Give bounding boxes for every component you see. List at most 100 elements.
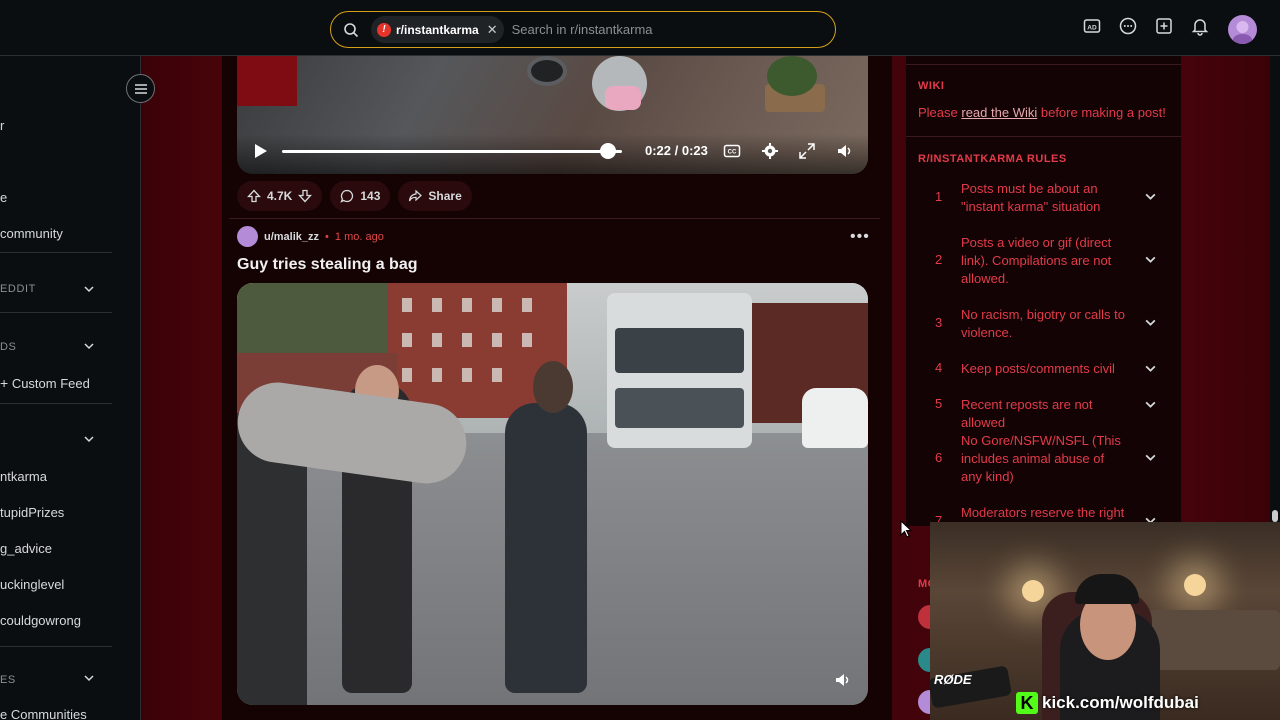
advertise-icon[interactable]: AD	[1080, 14, 1104, 38]
streamer-webcam: RØDE	[930, 522, 1280, 720]
post-meta: u/malik_zz • 1 mo. ago	[237, 226, 384, 247]
video-frame-detail	[533, 361, 573, 413]
vote-count: 4.7K	[267, 189, 293, 203]
sidebar-item-communities[interactable]: e Communities	[0, 707, 87, 720]
seek-handle[interactable]	[600, 143, 617, 159]
post-actions: 4.7K 143 Share	[237, 181, 472, 211]
video-frame-detail	[492, 368, 502, 382]
rule-text: No racism, bigotry or calls to violence.	[961, 307, 1125, 340]
chevron-down-icon[interactable]	[83, 433, 95, 445]
sidebar-item-popular[interactable]: r	[0, 118, 4, 133]
sidebar-divider	[0, 312, 112, 313]
share-label: Share	[428, 189, 462, 203]
sidebar-item-explore[interactable]: e	[0, 190, 7, 205]
upvote-icon[interactable]	[247, 189, 261, 203]
sidebar-item-start-community[interactable]: community	[0, 226, 63, 241]
sidebar-item-community[interactable]: ntkarma	[0, 469, 47, 484]
sidebar-item-community[interactable]: tupidPrizes	[0, 505, 64, 520]
sidebar-item-community[interactable]: g_advice	[0, 541, 52, 556]
wiki-text: Please read the Wiki before making a pos…	[918, 105, 1166, 120]
wiki-link[interactable]: read the Wiki	[961, 105, 1037, 120]
webcam-detail	[1075, 574, 1139, 604]
video-frame-detail	[432, 333, 442, 347]
share-button[interactable]: Share	[398, 181, 472, 211]
kick-url: kick.com/wolfdubai	[1042, 693, 1199, 712]
post-title[interactable]: Guy tries stealing a bag	[237, 256, 418, 274]
sidebar-divider	[0, 252, 112, 253]
rule-number: 2	[935, 252, 943, 267]
video-player[interactable]	[237, 283, 868, 705]
rule-text: Recent reposts are not allowed	[961, 397, 1093, 430]
create-post-icon[interactable]	[1152, 14, 1176, 38]
chevron-down-icon[interactable]	[1144, 190, 1157, 203]
settings-gear-icon[interactable]	[761, 142, 779, 160]
sidebar-section-resources[interactable]: ES	[0, 674, 16, 686]
comment-icon	[340, 189, 354, 203]
kick-logo-icon: K	[1016, 692, 1038, 714]
sidebar-item-community[interactable]: uckinglevel	[0, 577, 64, 592]
sidebar-divider	[0, 403, 112, 404]
post-author[interactable]: u/malik_zz	[264, 231, 319, 243]
volume-icon[interactable]	[836, 142, 854, 160]
chevron-down-icon[interactable]	[1144, 451, 1157, 464]
video-seek-bar[interactable]	[282, 150, 622, 153]
scope-label: r/instantkarma	[396, 22, 479, 37]
webcam-detail	[1184, 574, 1206, 596]
rule-number: 5	[935, 396, 943, 411]
video-frame-detail	[237, 56, 297, 106]
wiki-text-post: before making a post!	[1037, 105, 1166, 120]
fullscreen-icon[interactable]	[798, 142, 816, 160]
subreddit-scope-chip[interactable]: ! r/instantkarma ✕	[371, 16, 504, 43]
wiki-text-pre: Please	[918, 105, 962, 120]
search-icon	[331, 22, 371, 38]
video-frame-detail	[802, 388, 868, 448]
sidebar-divider	[906, 64, 1181, 65]
more-options-icon[interactable]: •••	[850, 228, 870, 246]
video-frame-detail	[505, 403, 587, 693]
clear-scope-icon[interactable]: ✕	[487, 22, 498, 38]
chevron-down-icon[interactable]	[1144, 253, 1157, 266]
chevron-down-icon[interactable]	[1144, 362, 1157, 375]
custom-feed-label: Custom Feed	[11, 376, 90, 391]
video-frame-detail	[402, 298, 412, 312]
play-icon[interactable]	[251, 142, 269, 160]
rule-text: Posts a video or gif (direct link). Comp…	[961, 235, 1112, 286]
subreddit-icon: !	[377, 22, 391, 37]
video-frame-detail	[607, 293, 752, 448]
meta-separator: •	[325, 230, 329, 243]
rule-number: 1	[935, 189, 943, 204]
downvote-icon[interactable]	[298, 189, 313, 203]
scrollbar-thumb[interactable]	[1272, 510, 1278, 522]
rules-heading: R/INSTANTKARMA RULES	[918, 153, 1067, 165]
chevron-down-icon[interactable]	[83, 672, 95, 684]
notification-bell-icon[interactable]	[1188, 14, 1212, 38]
sidebar-section-reddit[interactable]: EDDIT	[0, 283, 36, 295]
menu-icon	[134, 83, 147, 94]
rule-text: No Gore/NSFW/NSFL (This includes animal …	[961, 433, 1121, 484]
volume-icon[interactable]	[834, 671, 852, 689]
video-player-previous[interactable]: 0:22 / 0:23 CC	[237, 56, 868, 174]
chevron-down-icon[interactable]	[83, 283, 95, 295]
comments-button[interactable]: 143	[330, 181, 391, 211]
search-bar[interactable]: ! r/instantkarma ✕ Search in r/instantka…	[330, 11, 836, 48]
author-avatar[interactable]	[237, 226, 258, 247]
svg-text:AD: AD	[1087, 25, 1097, 32]
video-frame-detail	[522, 298, 532, 312]
sidebar-section-feeds[interactable]: DS	[0, 341, 16, 353]
share-icon	[409, 189, 423, 202]
mouse-cursor-icon	[900, 520, 912, 538]
user-avatar[interactable]	[1228, 15, 1257, 44]
chevron-down-icon[interactable]	[1144, 398, 1157, 411]
rule-text: Keep posts/comments civil	[961, 361, 1115, 376]
captions-icon[interactable]: CC	[723, 142, 741, 160]
chevron-down-icon[interactable]	[83, 340, 95, 352]
sidebar-item-community[interactable]: couldgowrong	[0, 613, 81, 628]
video-frame-detail	[522, 333, 532, 347]
sidebar-item-custom-feed[interactable]: + Custom Feed	[0, 375, 90, 391]
webcam-detail	[1022, 580, 1044, 602]
sidebar-toggle-button[interactable]	[126, 74, 155, 103]
chevron-down-icon[interactable]	[1144, 316, 1157, 329]
sidebar-divider	[0, 646, 112, 647]
chat-icon[interactable]	[1116, 14, 1140, 38]
search-input[interactable]: Search in r/instantkarma	[512, 22, 653, 37]
